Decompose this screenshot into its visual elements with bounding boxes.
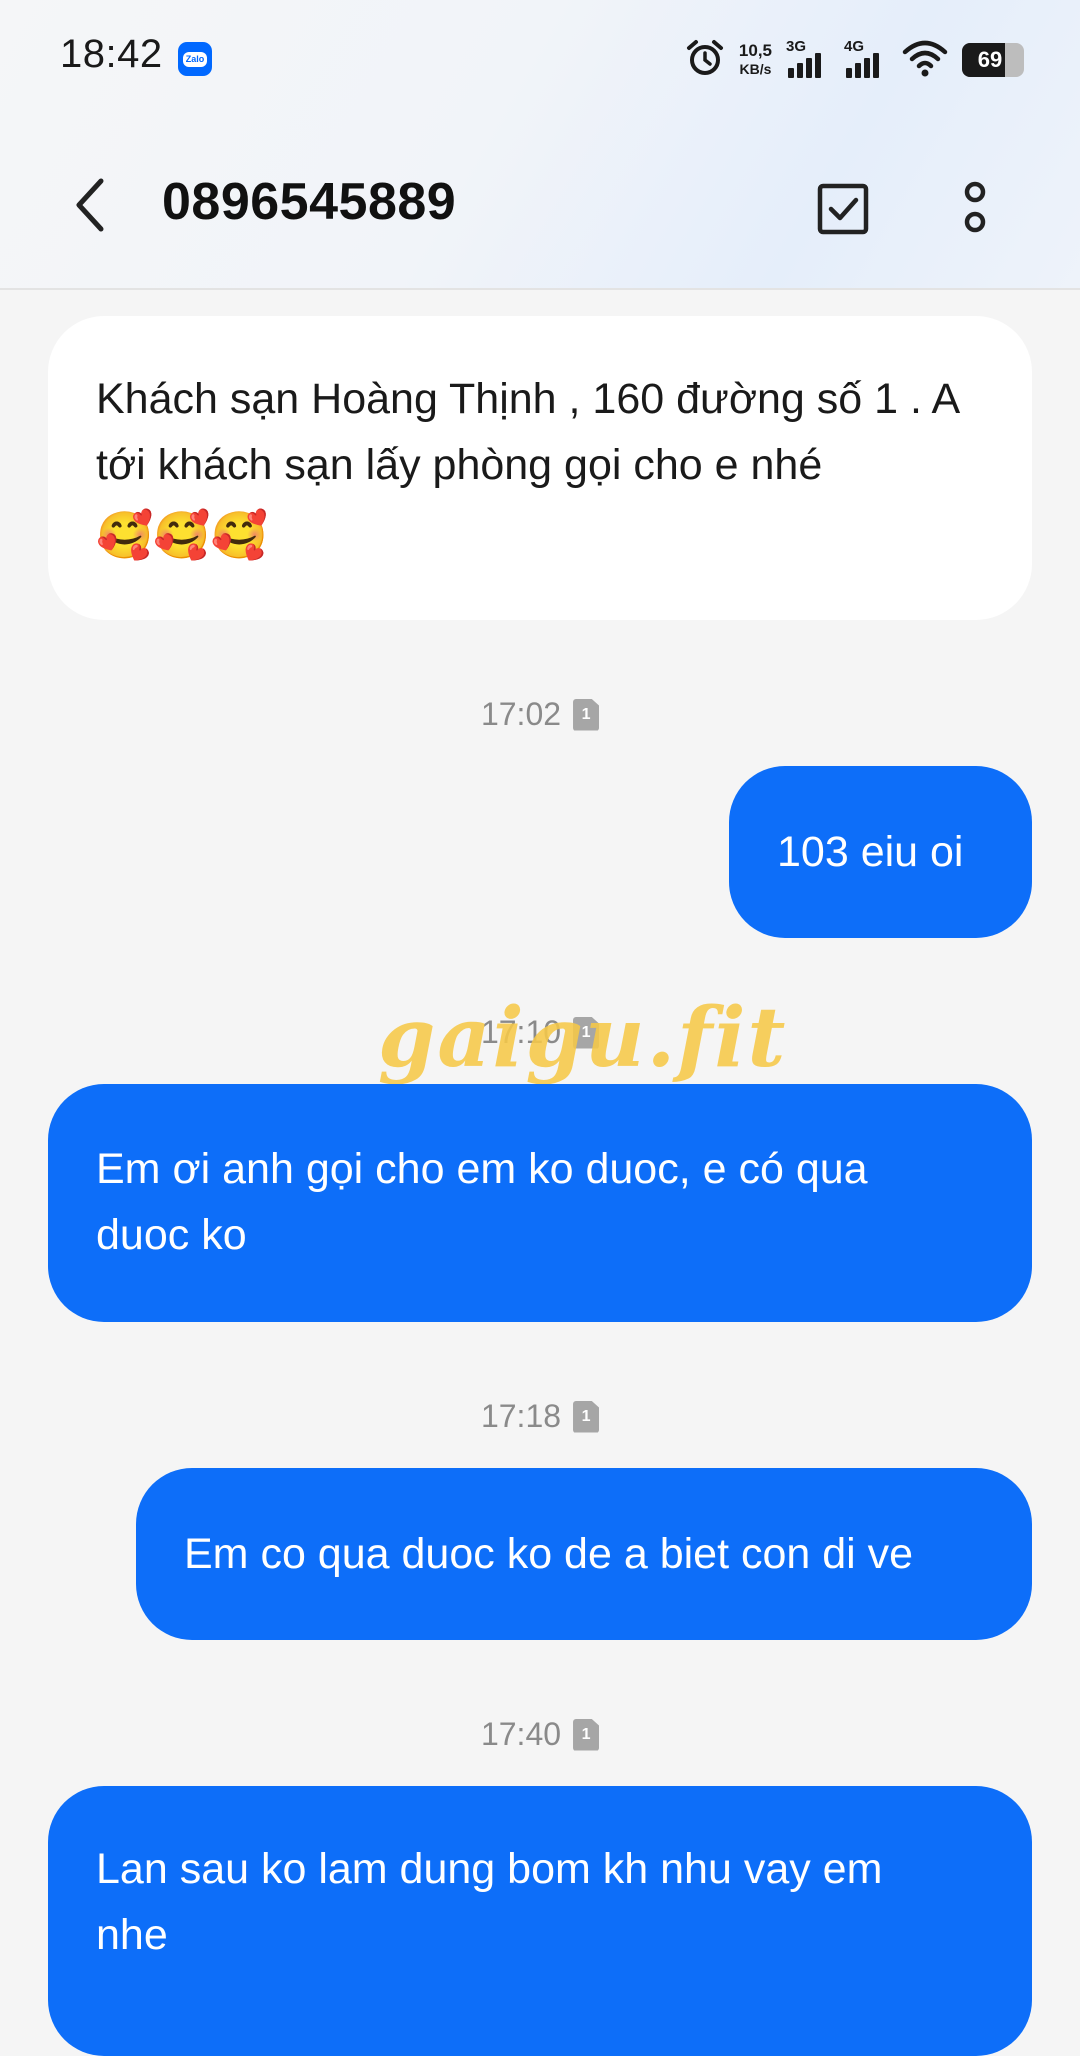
contact-title: 0896545889 <box>162 173 457 231</box>
back-button[interactable] <box>56 170 126 240</box>
zalo-notification-icon: Zalo <box>178 42 212 76</box>
network-speed-unit: KB/s <box>739 61 772 77</box>
checkbox-icon <box>817 183 869 235</box>
outgoing-message-bubble[interactable]: Lan sau ko lam dung bom kh nhu vay em nh… <box>48 1786 1032 2056</box>
signal-icon-sim2: 4G <box>844 38 888 82</box>
message-text: Khách sạn Hoàng Thịnh , 160 đường số 1 .… <box>96 375 958 489</box>
wifi-icon <box>902 38 948 83</box>
outgoing-message-bubble[interactable]: 103 eiu oi <box>729 766 1032 938</box>
outgoing-message-bubble[interactable]: Em ơi anh gọi cho em ko duoc, e có qua d… <box>48 1084 1032 1322</box>
smiling-hearts-emoji: 🥰🥰🥰 <box>96 509 268 561</box>
battery-level: 69 <box>977 47 1003 72</box>
sim-card-icon: 1 <box>573 1718 600 1751</box>
signal-icon-sim1: 3G <box>786 38 830 82</box>
status-time: 18:42 <box>60 32 163 76</box>
select-messages-button[interactable] <box>808 174 878 244</box>
incoming-message-bubble[interactable]: Khách sạn Hoàng Thịnh , 160 đường số 1 .… <box>48 316 1032 620</box>
watermark: gaigu.fit <box>378 990 788 1086</box>
status-icons: 10,5 KB/s 3G 4G 69 <box>685 36 1024 84</box>
status-bar: 18:42 Zalo 10,5 KB/s 3G 4G 69 <box>0 0 1080 118</box>
more-vertical-icon <box>964 181 986 233</box>
app-bar: 0896545889 <box>0 150 1080 260</box>
timestamp-text: 17:18 <box>480 1398 562 1434</box>
message-text: 103 eiu oi <box>777 828 964 876</box>
message-timestamp: 17:02 1 <box>0 696 1080 733</box>
message-timestamp: 17:40 1 <box>0 1716 1080 1753</box>
chevron-left-icon <box>76 178 104 232</box>
sim-card-icon: 1 <box>573 1400 600 1433</box>
network-speed: 10,5 KB/s <box>739 42 772 78</box>
message-text: Em ơi anh gọi cho em ko duoc, e có qua d… <box>96 1145 868 1259</box>
battery-icon: 69 <box>962 43 1024 77</box>
message-text: Em co qua duoc ko de a biet con di ve <box>184 1530 914 1578</box>
sim-card-icon: 1 <box>573 698 600 731</box>
network-speed-value: 10,5 <box>738 41 772 60</box>
timestamp-text: 17:40 <box>480 1716 562 1752</box>
timestamp-text: 17:02 <box>480 696 562 732</box>
alarm-icon <box>685 38 725 83</box>
message-timestamp: 17:18 1 <box>0 1398 1080 1435</box>
more-options-button[interactable] <box>940 172 1010 242</box>
message-text: Lan sau ko lam dung bom kh nhu vay em nh… <box>96 1845 883 1959</box>
zalo-icon-label: Zalo <box>182 51 208 67</box>
outgoing-message-bubble[interactable]: Em co qua duoc ko de a biet con di ve <box>136 1468 1032 1640</box>
